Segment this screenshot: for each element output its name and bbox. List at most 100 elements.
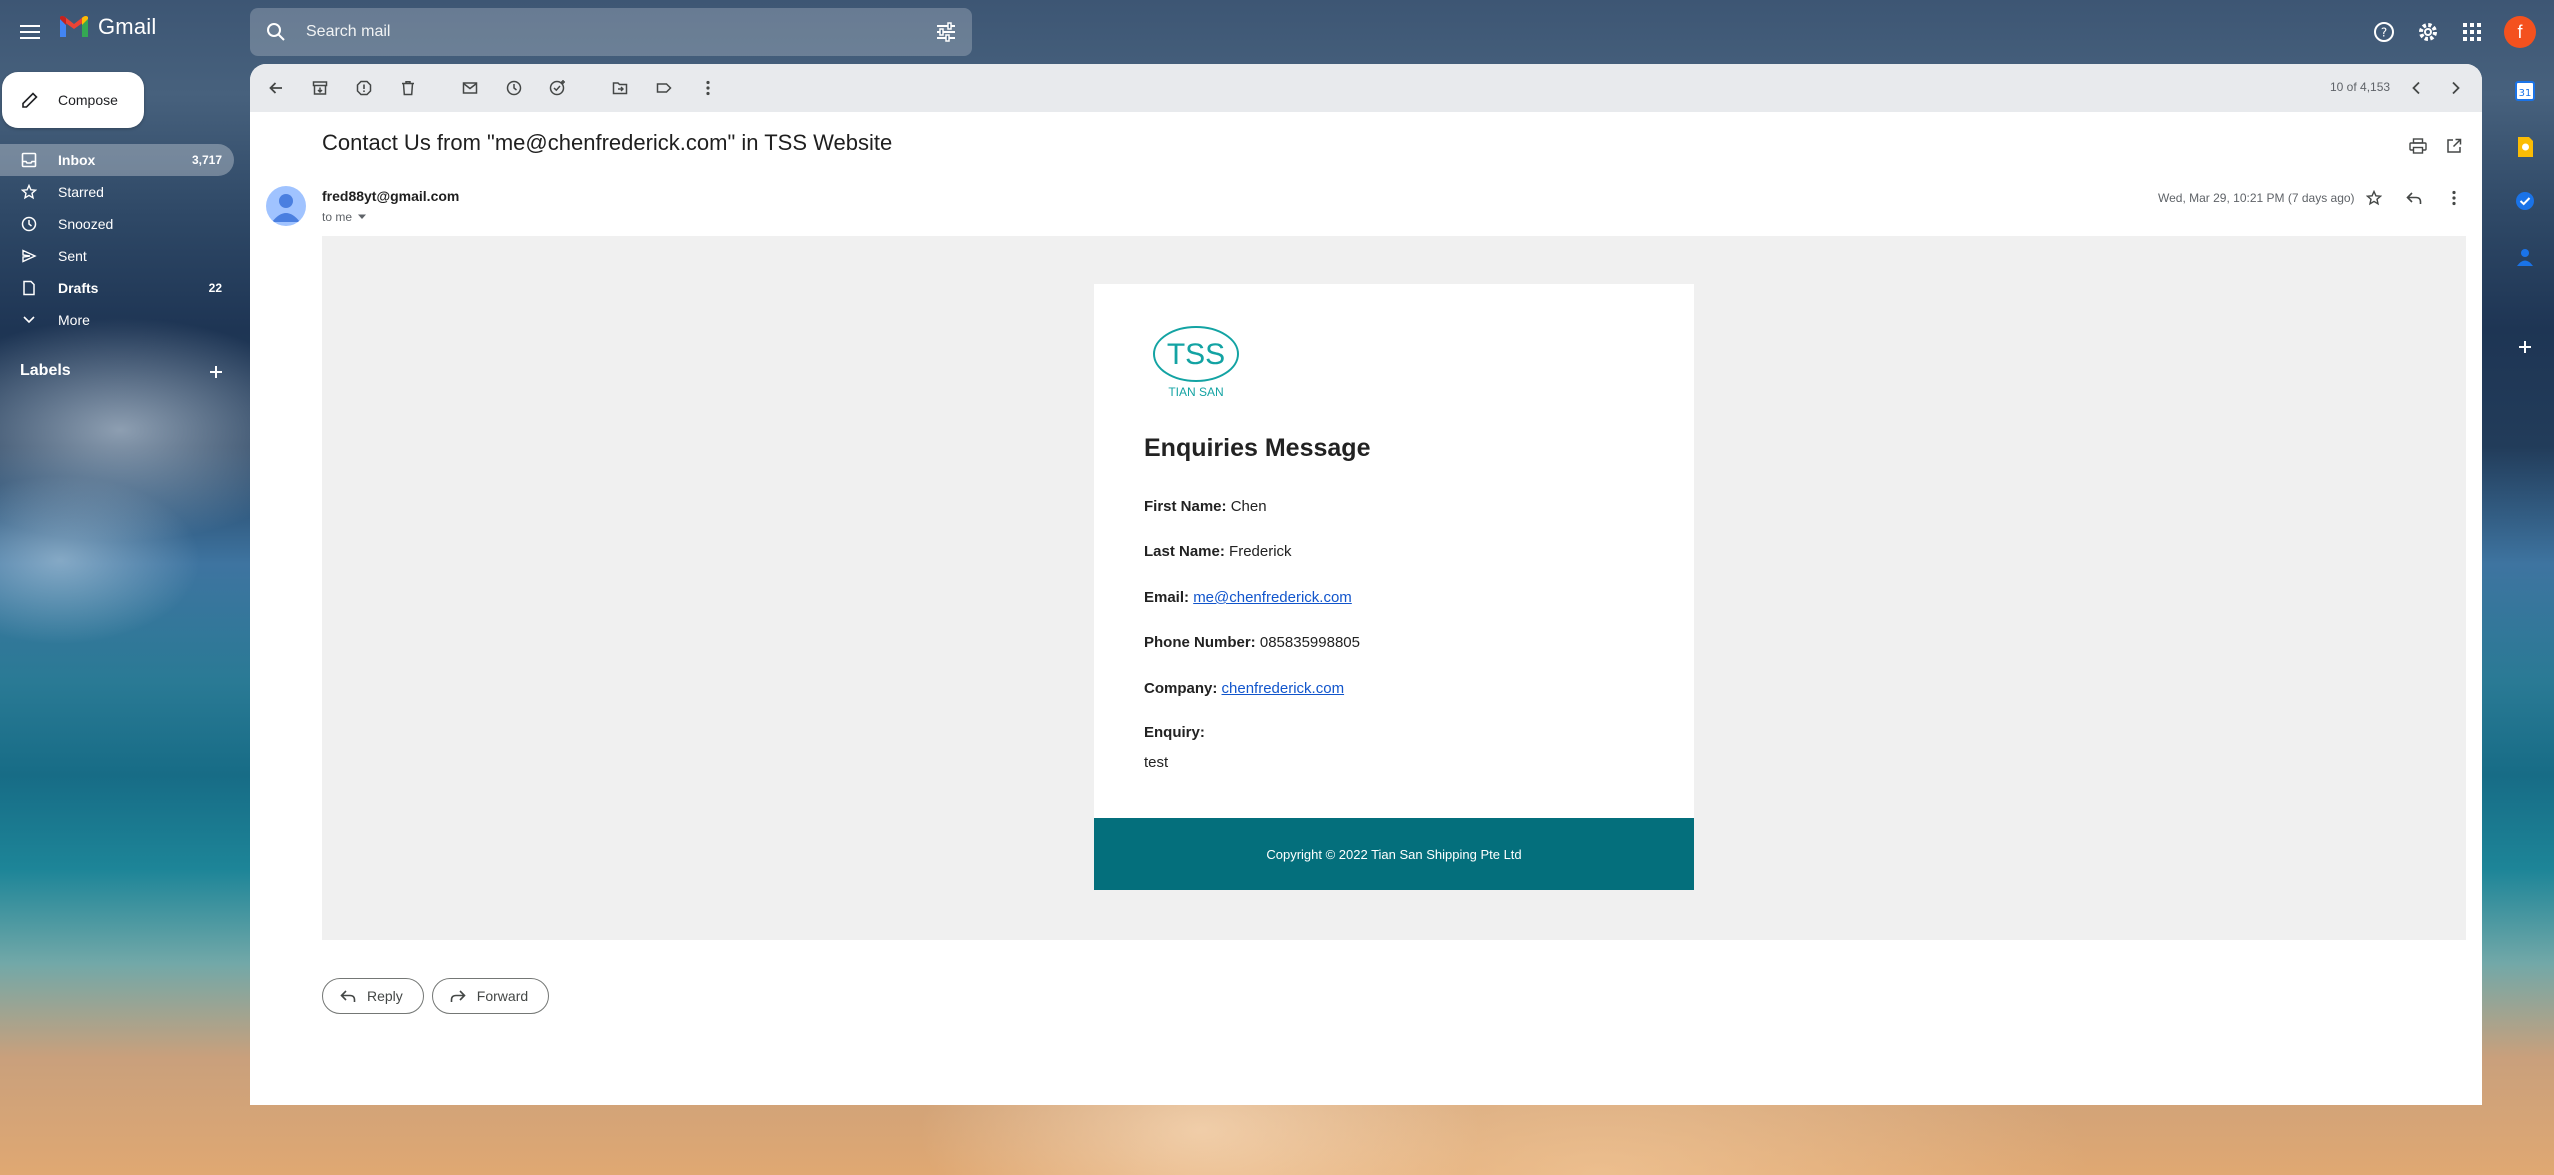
pager-count: 10 of 4,153 xyxy=(2330,80,2391,94)
sidebar-item-label: More xyxy=(58,312,90,328)
report-spam-button[interactable] xyxy=(352,76,376,100)
enquiry-label: Enquiry: xyxy=(1144,724,1205,741)
last-name-value: Frederick xyxy=(1229,543,1292,560)
mail-icon xyxy=(462,82,478,94)
get-addons-button[interactable] xyxy=(2514,336,2536,358)
mark-unread-button[interactable] xyxy=(458,76,482,100)
compose-button[interactable]: Compose xyxy=(2,72,144,128)
pencil-icon xyxy=(22,92,38,108)
enquiry-value: test xyxy=(1144,754,1169,771)
email-card: TSS TIAN SAN Enquiries Message First Nam… xyxy=(1094,284,1694,890)
top-bar: Gmail ? f xyxy=(0,0,2554,64)
tasks-button[interactable] xyxy=(2514,190,2536,212)
recipient-details-toggle[interactable]: to me xyxy=(322,210,367,224)
recipient-text: to me xyxy=(322,210,353,224)
contacts-icon xyxy=(2517,249,2533,266)
older-button[interactable] xyxy=(2444,76,2468,100)
forward-button[interactable]: Forward xyxy=(431,978,550,1014)
sidebar-item-label: Drafts xyxy=(58,280,99,296)
arrow-left-icon xyxy=(269,82,282,94)
clock-icon xyxy=(20,215,38,233)
sidebar-item-drafts[interactable]: Drafts 22 xyxy=(0,272,234,304)
email-label: Email: xyxy=(1144,589,1190,606)
search-input[interactable] xyxy=(306,16,866,48)
first-name-label: First Name: xyxy=(1144,498,1227,515)
star-icon xyxy=(2366,190,2382,206)
company-label: Company: xyxy=(1144,680,1218,697)
message-view: 10 of 4,153 Contact Us from "me@chenfred… xyxy=(250,64,2482,1105)
support-button[interactable]: ? xyxy=(2370,18,2398,46)
sidebar-item-more[interactable]: More xyxy=(0,304,234,336)
tasks-icon xyxy=(2516,192,2534,210)
labels-section: Labels xyxy=(20,362,230,380)
message-toolbar: 10 of 4,153 xyxy=(250,64,2482,112)
caret-down-icon xyxy=(358,214,367,219)
side-panel: 31 xyxy=(2496,64,2554,1175)
more-vert-icon xyxy=(2452,190,2456,206)
compose-label: Compose xyxy=(58,92,118,108)
first-name-row: First Name: Chen xyxy=(1144,498,1267,515)
print-button[interactable] xyxy=(2406,134,2430,158)
search-options-icon[interactable] xyxy=(934,20,958,44)
reply-actions: Reply Forward xyxy=(322,978,557,1014)
more-options-button[interactable] xyxy=(696,76,720,100)
calendar-icon: 31 xyxy=(2515,81,2535,101)
last-name-row: Last Name: Frederick xyxy=(1144,543,1292,560)
message-more-button[interactable] xyxy=(2442,186,2466,210)
print-icon xyxy=(2409,138,2427,154)
report-icon xyxy=(356,80,372,96)
search-bar xyxy=(250,8,972,56)
snooze-button[interactable] xyxy=(502,76,526,100)
forward-label: Forward xyxy=(476,988,529,1004)
sender-email[interactable]: fred88yt@gmail.com xyxy=(322,188,459,204)
person-icon xyxy=(272,194,300,222)
help-icon: ? xyxy=(2374,22,2394,42)
sidebar-item-count: 3,717 xyxy=(191,153,222,167)
back-button[interactable] xyxy=(264,76,288,100)
svg-text:TIAN SAN: TIAN SAN xyxy=(1168,385,1223,399)
settings-button[interactable] xyxy=(2414,18,2442,46)
add-label-icon[interactable] xyxy=(206,362,226,382)
sidebar-nav: Inbox 3,717 Starred Snoozed Sent Drafts … xyxy=(0,144,240,336)
email-link[interactable]: me@chenfrederick.com xyxy=(1193,589,1352,606)
inbox-icon xyxy=(20,151,38,169)
email-body-background: TSS TIAN SAN Enquiries Message First Nam… xyxy=(322,236,2466,940)
newer-button[interactable] xyxy=(2404,76,2428,100)
sidebar-item-label: Starred xyxy=(58,184,104,200)
contacts-button[interactable] xyxy=(2514,246,2536,268)
delete-button[interactable] xyxy=(396,76,420,100)
sidebar-item-sent[interactable]: Sent xyxy=(0,240,234,272)
add-to-tasks-button[interactable] xyxy=(546,76,570,100)
clock-icon xyxy=(506,80,522,96)
sidebar-item-label: Snoozed xyxy=(58,216,114,232)
search-icon[interactable] xyxy=(264,20,288,44)
account-avatar[interactable]: f xyxy=(2504,16,2536,48)
company-link[interactable]: chenfrederick.com xyxy=(1222,680,1345,697)
sidebar-item-starred[interactable]: Starred xyxy=(0,176,234,208)
move-to-button[interactable] xyxy=(608,76,632,100)
keep-button[interactable] xyxy=(2514,136,2536,158)
gmail-logo[interactable]: Gmail xyxy=(58,14,156,40)
sidebar-item-label: Inbox xyxy=(58,152,96,168)
add-task-icon xyxy=(549,80,565,96)
draft-icon xyxy=(20,279,38,297)
archive-button[interactable] xyxy=(308,76,332,100)
calendar-button[interactable]: 31 xyxy=(2514,80,2536,102)
reply-icon xyxy=(339,987,357,1005)
open-new-window-button[interactable] xyxy=(2442,134,2466,158)
phone-value: 085835998805 xyxy=(1259,634,1360,651)
email-row: Email: me@chenfrederick.com xyxy=(1144,589,1352,606)
reply-icon-button[interactable] xyxy=(2402,186,2426,210)
sidebar-item-snoozed[interactable]: Snoozed xyxy=(0,208,234,240)
labels-button[interactable] xyxy=(652,76,676,100)
sender-avatar[interactable] xyxy=(266,186,306,226)
main-menu-button[interactable] xyxy=(14,16,46,48)
apps-button[interactable] xyxy=(2458,18,2486,46)
star-button[interactable] xyxy=(2362,186,2386,210)
enquiry-row: Enquiry: xyxy=(1144,724,1205,741)
sidebar-item-inbox[interactable]: Inbox 3,717 xyxy=(0,144,234,176)
svg-text:?: ? xyxy=(2381,26,2387,40)
phone-label: Phone Number: xyxy=(1144,634,1256,651)
reply-button[interactable]: Reply xyxy=(322,978,424,1014)
hamburger-icon xyxy=(20,25,40,39)
